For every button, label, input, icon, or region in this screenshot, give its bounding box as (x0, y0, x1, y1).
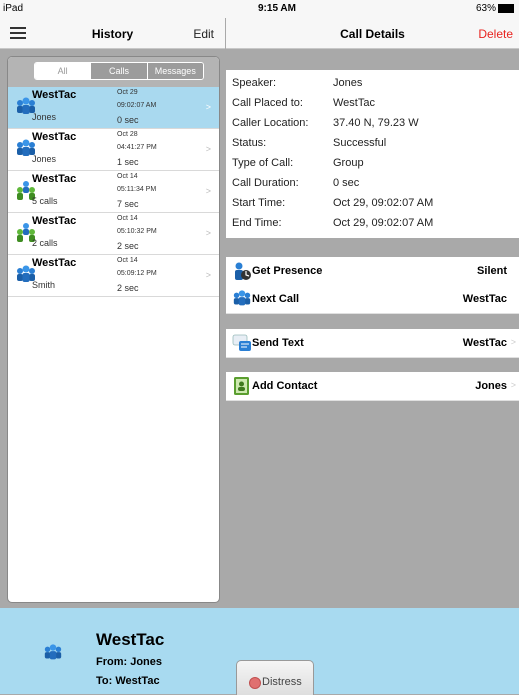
message-icon (232, 334, 251, 351)
battery-percent: 63% (475, 3, 496, 14)
action-value: WestTac (462, 293, 507, 305)
row-date: Oct 14 (117, 257, 138, 264)
row-name: WestTac (32, 173, 77, 185)
active-call-from: From: Jones (96, 656, 163, 668)
row-caller: Jones (32, 112, 57, 122)
presence-icon (235, 262, 251, 280)
contact-book-icon (234, 377, 249, 395)
chevron-right-icon: > (205, 186, 211, 196)
send-text-row[interactable]: Send Text WestTac > (226, 329, 519, 358)
row-name: WestTac (32, 215, 77, 227)
field-value: 37.40 N, 79.23 W (333, 117, 419, 129)
field-label: Status: (232, 137, 267, 149)
edit-button[interactable]: Edit (193, 27, 214, 41)
battery-indicator: 63% (476, 3, 514, 14)
call-details-panel: Speaker: Jones Call Placed to: WestTac C… (226, 70, 519, 238)
field-label: Type of Call: (232, 157, 294, 169)
row-date: Oct 14 (117, 215, 138, 222)
chevron-right-icon: > (205, 144, 211, 154)
row-duration: 1 sec (117, 157, 139, 167)
field-value: Group (333, 157, 364, 169)
field-label: Call Duration: (232, 177, 299, 189)
chevron-right-icon: > (205, 270, 211, 280)
group-icon (43, 643, 63, 663)
battery-icon (498, 3, 514, 13)
field-value: Oct 29, 09:02:07 AM (333, 217, 434, 229)
history-row[interactable]: WestTac 2 calls Oct 14 05:10:32 PM 2 sec… (8, 213, 219, 255)
row-duration: 0 sec (117, 115, 139, 125)
call-details-header: Call Details Delete (226, 18, 519, 49)
action-label: Add Contact (252, 380, 318, 392)
chevron-right-icon: > (205, 102, 211, 112)
filter-all[interactable]: All (35, 63, 91, 79)
filter-calls[interactable]: Calls (90, 63, 147, 79)
field-label: End Time: (232, 217, 282, 229)
row-caller: 2 calls (32, 238, 58, 248)
group-icon (232, 289, 252, 309)
row-duration: 2 sec (117, 283, 139, 293)
filter-bar: All Calls Messages (8, 57, 219, 87)
history-row[interactable]: WestTac Jones Oct 28 04:41:27 PM 1 sec > (8, 129, 219, 171)
call-details-title: Call Details (340, 27, 405, 41)
history-row[interactable]: WestTac Smith Oct 14 05:09:12 PM 2 sec > (8, 255, 219, 297)
device-label: iPad (3, 3, 24, 14)
chevron-right-icon: > (510, 337, 516, 347)
field-label: Caller Location: (232, 117, 309, 129)
field-label: Call Placed to: (232, 97, 303, 109)
active-call-bar: WestTac From: Jones To: WestTac Distress (0, 608, 519, 695)
history-header: History Edit (0, 18, 225, 49)
chevron-right-icon: > (510, 380, 516, 390)
filter-messages[interactable]: Messages (146, 63, 203, 79)
row-duration: 2 sec (117, 241, 139, 251)
add-contact-row[interactable]: Add Contact Jones > (226, 372, 519, 401)
row-date: Oct 29 (117, 89, 138, 96)
field-value: WestTac (333, 97, 375, 109)
row-caller: Smith (32, 280, 56, 290)
row-date: Oct 14 (117, 173, 138, 180)
history-list-panel: All Calls Messages WestTac Jones Oct 29 … (7, 56, 220, 603)
row-time: 09:02:07 AM (117, 102, 157, 109)
filter-segmented-control: All Calls Messages (34, 62, 204, 80)
action-label: Next Call (252, 293, 300, 305)
row-time: 04:41:27 PM (117, 144, 157, 151)
row-time: 05:10:32 PM (117, 228, 157, 235)
delete-button[interactable]: Delete (478, 27, 513, 41)
field-value: Jones (333, 77, 363, 89)
history-row[interactable]: WestTac Jones Oct 29 09:02:07 AM 0 sec > (8, 87, 219, 129)
distress-indicator-icon (249, 677, 261, 689)
field-label: Speaker: (232, 77, 277, 89)
row-name: WestTac (32, 257, 77, 269)
row-name: WestTac (32, 131, 77, 143)
action-value: Jones (475, 380, 507, 392)
row-name: WestTac (32, 89, 77, 101)
row-date: Oct 28 (117, 131, 138, 138)
action-value: WestTac (462, 337, 507, 349)
next-call-row[interactable]: Next Call WestTac (226, 285, 519, 314)
action-label: Get Presence (252, 265, 323, 277)
clock: 9:15 AM (258, 3, 296, 14)
history-row[interactable]: WestTac 5 calls Oct 14 05:11:34 PM 7 sec… (8, 171, 219, 213)
row-duration: 7 sec (117, 199, 139, 209)
row-caller: Jones (32, 154, 57, 164)
chevron-right-icon: > (205, 228, 211, 238)
history-title: History (91, 27, 134, 41)
field-value: 0 sec (333, 177, 360, 189)
action-label: Send Text (252, 337, 304, 349)
field-value: Successful (333, 137, 387, 149)
row-caller: 5 calls (32, 196, 58, 206)
row-time: 05:11:34 PM (117, 186, 157, 193)
field-value: Oct 29, 09:02:07 AM (333, 197, 434, 209)
row-time: 05:09:12 PM (117, 270, 157, 277)
distress-button[interactable]: Distress (236, 660, 314, 695)
status-bar: iPad 9:15 AM 63% (0, 0, 519, 18)
action-value: Silent (477, 265, 507, 277)
get-presence-row[interactable]: Get Presence Silent (226, 257, 519, 286)
active-call-to: To: WestTac (96, 675, 160, 687)
distress-label: Distress (262, 676, 302, 688)
field-label: Start Time: (232, 197, 286, 209)
active-talkgroup-name: WestTac (96, 630, 165, 649)
